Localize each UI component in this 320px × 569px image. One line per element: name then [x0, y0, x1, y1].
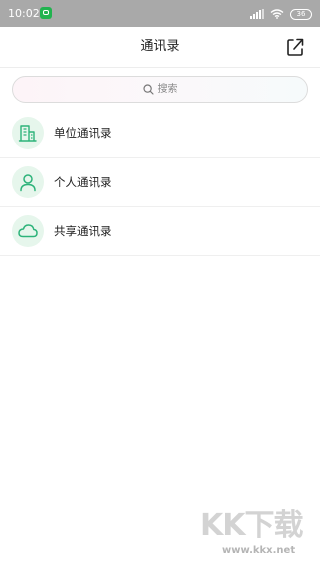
watermark-logo: KK下载: [200, 508, 303, 543]
watermark: KK下载 www.kkx.net: [200, 509, 312, 561]
list-item-shared-contacts[interactable]: 共享通讯录: [0, 207, 320, 256]
app-header: 通讯录: [0, 27, 320, 68]
list-item-label: 单位通讯录: [54, 126, 112, 140]
page-title: 通讯录: [140, 39, 180, 54]
signal-icon: [250, 9, 264, 19]
share-icon[interactable]: [284, 36, 306, 58]
list-item-unit-contacts[interactable]: 单位通讯录: [0, 109, 320, 158]
list-item-personal-contacts[interactable]: 个人通讯录: [0, 158, 320, 207]
building-icon: [12, 117, 44, 149]
battery-icon: 36: [290, 8, 312, 20]
status-time: 10:02: [8, 7, 40, 20]
watermark-url: www.kkx.net: [222, 545, 296, 556]
search-placeholder: 搜索: [157, 83, 178, 95]
status-indicators: 36: [250, 7, 312, 21]
search-input[interactable]: 搜索: [12, 76, 308, 103]
cloud-icon: [12, 215, 44, 247]
contact-book-list: 单位通讯录 个人通讯录 共享通讯录: [0, 109, 320, 256]
notification-app-icon: [40, 7, 52, 19]
wifi-icon: [270, 9, 284, 19]
status-bar: 10:02 36: [0, 0, 320, 27]
search-icon: [142, 84, 154, 95]
list-item-label: 个人通讯录: [54, 175, 112, 189]
person-icon: [12, 166, 44, 198]
list-item-label: 共享通讯录: [54, 224, 112, 238]
